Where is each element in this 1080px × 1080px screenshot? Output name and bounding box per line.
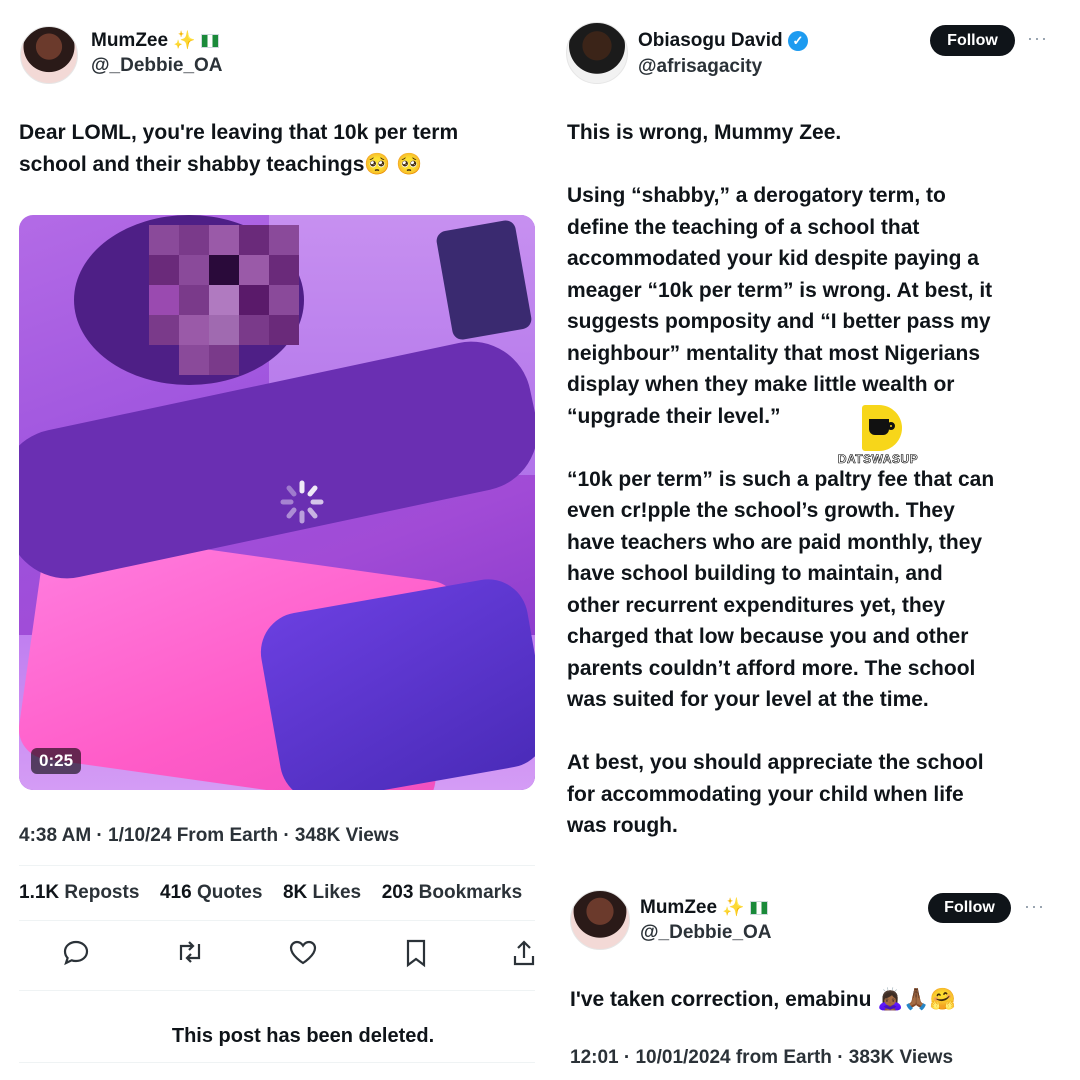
post-text-line: even cr!pple the school’s growth. They: [567, 499, 955, 522]
author-handle[interactable]: @_Debbie_OA: [640, 922, 772, 944]
post-text-line: was rough.: [567, 814, 678, 837]
post-text-line: other recurrent expenditures yet, they: [567, 593, 946, 617]
author-name[interactable]: MumZee ✨: [91, 30, 220, 52]
author-handle[interactable]: @afrisagacity: [638, 56, 762, 78]
nigeria-flag-icon: [750, 900, 769, 915]
author-name[interactable]: Obiasogu David ✓: [638, 30, 808, 52]
post-text-line: Using “shabby,” a derogatory term, to: [567, 184, 946, 207]
post-text-line: define the teaching of a school that: [567, 215, 920, 239]
follow-button[interactable]: Follow: [928, 893, 1011, 923]
reply-meta: 12:01 · 10/01/2024 from Earth · 383K Vie…: [570, 1047, 954, 1068]
more-options-icon[interactable]: ···: [1024, 896, 1045, 917]
avatar[interactable]: [566, 22, 628, 84]
post-text-line: school and their shabby teachings🥺 🥺: [19, 152, 423, 176]
post-text-line: Dear LOML, you're leaving that 10k per t…: [19, 121, 459, 144]
author-name-text: MumZee: [91, 30, 169, 51]
post-text-line: suggests pomposity and “I better pass my: [567, 310, 991, 333]
author-name[interactable]: MumZee ✨: [640, 897, 769, 919]
bookmarks-stat[interactable]: 203 Bookmarks: [382, 882, 522, 903]
reposts-stat[interactable]: 1.1K Reposts: [19, 882, 139, 903]
post-text: This is wrong, Mummy Zee. Using “shabby,…: [567, 117, 1067, 842]
post-text-line: was suited for your level at the time.: [567, 688, 929, 711]
post-text-line: meager “10k per term” is wrong. At best,…: [567, 278, 993, 302]
divider: [19, 990, 535, 991]
post-text-line: display when they make little wealth or: [567, 373, 955, 396]
post-text-line: [567, 432, 1067, 464]
share-icon[interactable]: [512, 938, 536, 968]
sparkle-icon: ✨: [173, 30, 196, 50]
post-text-line: [567, 716, 1067, 748]
watermark-text: DATSWASUP: [837, 452, 919, 467]
post-text-line: “10k per term” is such a paltry fee that…: [567, 467, 995, 491]
coffee-cup-handle: [887, 422, 895, 430]
divider: [19, 865, 535, 866]
video-player[interactable]: 0:25: [19, 215, 535, 790]
repost-icon[interactable]: [174, 938, 206, 966]
likes-stat[interactable]: 8K Likes: [283, 882, 361, 903]
post-meta: 4:38 AM · 1/10/24 From Earth · 348K View…: [19, 825, 400, 846]
face-blur: [149, 225, 299, 375]
avatar[interactable]: [20, 26, 78, 84]
post-text-line: parents couldn’t afford more. The school: [567, 656, 976, 680]
author-handle[interactable]: @_Debbie_OA: [91, 55, 223, 77]
sparkle-icon: ✨: [722, 897, 745, 917]
deleted-notice: This post has been deleted.: [171, 1025, 435, 1047]
post-text-line: “upgrade their level.”: [567, 404, 781, 428]
divider: [19, 1062, 535, 1063]
post-text: Dear LOML, you're leaving that 10k per t…: [19, 117, 539, 180]
like-icon[interactable]: [288, 938, 318, 966]
post-text-line: have school building to maintain, and: [567, 562, 943, 585]
post-stats: 1.1K Reposts 416 Quotes 8K Likes 203 Boo…: [19, 882, 522, 904]
avatar[interactable]: [570, 890, 630, 950]
author-name-text: Obiasogu David: [638, 30, 783, 51]
author-name-text: MumZee: [640, 897, 718, 918]
post-text-line: This is wrong, Mummy Zee.: [567, 121, 842, 144]
post-text-line: for accommodating your child when life: [567, 782, 964, 806]
reply-text: I've taken correction, emabinu 🙇🏾‍♀️🙏🏾🤗: [570, 988, 956, 1011]
coffee-cup-icon: [869, 419, 889, 435]
quotes-stat[interactable]: 416 Quotes: [160, 882, 262, 903]
loading-spinner-icon: [277, 477, 327, 527]
verified-badge-icon: ✓: [787, 30, 808, 51]
post-text-line: At best, you should appreciate the schoo…: [567, 751, 984, 774]
follow-button[interactable]: Follow: [930, 25, 1015, 56]
reply-icon[interactable]: [62, 938, 90, 966]
bookmark-icon[interactable]: [404, 938, 428, 968]
video-duration: 0:25: [31, 748, 82, 774]
post-text-line: accommodated your kid despite paying a: [567, 247, 979, 270]
post-text-line: neighbour” mentality that most Nigerians: [567, 341, 981, 365]
divider: [19, 920, 535, 921]
post-text-line: have teachers who are paid monthly, they: [567, 530, 983, 554]
post-text-line: charged that low because you and other: [567, 625, 969, 648]
more-options-icon[interactable]: ···: [1027, 28, 1048, 49]
post-text-line: [567, 149, 1067, 181]
nigeria-flag-icon: [201, 33, 220, 48]
